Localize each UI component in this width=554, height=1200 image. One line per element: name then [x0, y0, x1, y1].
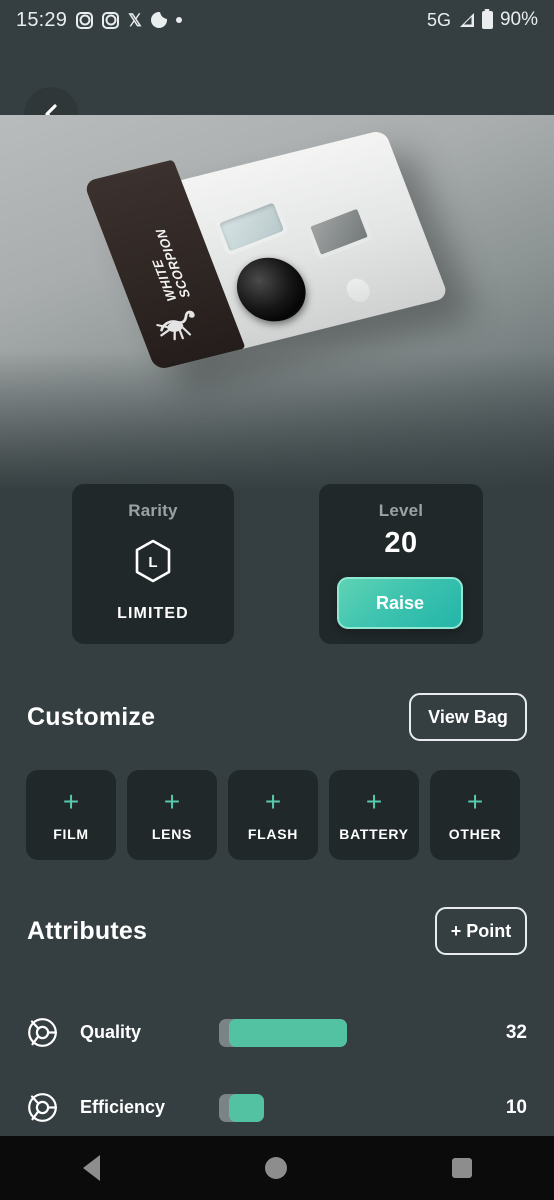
dot-icon: [175, 17, 182, 23]
attribute-row-quality: Quality 32: [0, 995, 554, 1070]
attribute-row-efficiency: Efficiency 10: [0, 1070, 554, 1145]
rarity-card: Rarity L LIMITED: [72, 484, 234, 644]
status-bar-right: 5G 90%: [427, 9, 538, 31]
aperture-icon: [27, 1092, 58, 1123]
camera-shutter-button: [114, 159, 165, 177]
rarity-badge-letter: L: [148, 554, 157, 571]
battery-icon: [481, 11, 493, 29]
attribute-value: 10: [505, 1096, 527, 1118]
attribute-progress-fill: [229, 1093, 264, 1122]
plus-icon: +: [466, 786, 484, 817]
circle-home-icon[interactable]: [264, 1157, 287, 1179]
customize-title: Customize: [27, 702, 156, 731]
attributes-section-header: Attributes + Point: [0, 907, 554, 955]
attribute-progress-bar: [219, 1093, 264, 1122]
customize-slot-lens[interactable]: + LENS: [127, 770, 217, 860]
attributes-title: Attributes: [27, 916, 148, 945]
scorpion-icon: [149, 304, 206, 352]
hexagon-badge-icon: L: [132, 538, 174, 589]
signal-icon: [458, 12, 475, 28]
customize-slots: + FILM + LENS + FLASH + BATTERY + OTHER: [26, 770, 554, 862]
add-point-button[interactable]: + Point: [435, 907, 527, 955]
camera-brand-text: WHITE SCORPION: [149, 227, 194, 303]
customize-slot-label: FLASH: [247, 826, 299, 842]
rarity-value: LIMITED: [117, 605, 189, 622]
network-type-label: 5G: [426, 9, 451, 30]
camera-product-render: WHITE SCORPION: [83, 129, 449, 371]
plus-icon: +: [163, 786, 181, 817]
customize-slot-label: OTHER: [448, 826, 502, 842]
aperture-icon: [27, 1017, 58, 1048]
customize-slot-other[interactable]: + OTHER: [430, 770, 520, 860]
customize-slot-label: BATTERY: [339, 826, 409, 842]
attribute-progress-fill: [229, 1018, 347, 1047]
attribute-label: Efficiency: [80, 1097, 166, 1117]
square-recents-icon[interactable]: [451, 1158, 472, 1178]
android-navigation-bar: [0, 1136, 554, 1200]
instagram-icon: [102, 11, 120, 29]
level-value: 20: [384, 527, 418, 559]
customize-slot-label: FILM: [53, 826, 89, 842]
customize-slot-label: LENS: [151, 826, 193, 842]
customize-slot-film[interactable]: + FILM: [26, 770, 116, 860]
status-bar: 15:29 𝕏 5G 90%: [0, 0, 554, 40]
attribute-value: 32: [505, 1021, 527, 1043]
x-icon: 𝕏: [128, 10, 142, 30]
attributes-list: Quality 32 Efficiency 10: [0, 995, 554, 1145]
status-time: 15:29: [16, 8, 68, 31]
attribute-label: Quality: [80, 1022, 142, 1042]
raise-button[interactable]: Raise: [337, 577, 463, 629]
customize-slot-battery[interactable]: + BATTERY: [329, 770, 419, 860]
plus-icon: +: [365, 786, 383, 817]
stat-cards: Rarity L LIMITED Level 20: [0, 484, 554, 644]
level-card-title: Level: [378, 501, 424, 520]
product-hero-image: WHITE SCORPION: [0, 115, 554, 495]
customize-section-header: Customize View Bag: [0, 693, 554, 741]
instagram-icon: [76, 11, 94, 29]
top-nav-bar: [0, 40, 554, 141]
attribute-progress-bar: [219, 1018, 347, 1047]
customize-slot-flash[interactable]: + FLASH: [228, 770, 318, 860]
view-bag-button[interactable]: View Bag: [409, 693, 527, 741]
status-bar-left: 15:29 𝕏: [16, 9, 182, 32]
rarity-card-title: Rarity: [128, 501, 178, 520]
pacman-icon: [150, 11, 168, 28]
triangle-back-icon[interactable]: [82, 1155, 100, 1181]
battery-percent-label: 90%: [499, 9, 538, 30]
plus-icon: +: [62, 786, 80, 817]
plus-icon: +: [264, 786, 282, 817]
